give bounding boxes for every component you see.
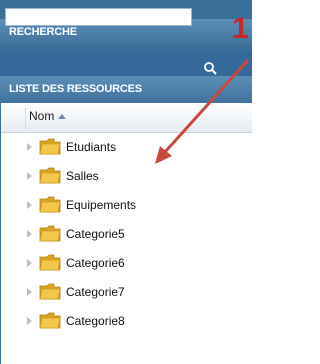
expander-triangle-icon[interactable] [27,288,32,296]
folder-icon [39,254,61,271]
tree-item[interactable]: Categorie6 [1,249,252,277]
expander-triangle-icon[interactable] [27,172,32,180]
name-column-header[interactable]: Nom [29,109,67,123]
folder-icon [39,225,61,242]
expander-triangle-icon[interactable] [27,317,32,325]
expander-triangle-icon[interactable] [27,230,32,238]
search-input[interactable] [5,8,192,26]
folder-icon [39,196,61,213]
folder-icon [39,167,61,184]
tree-item-label: Equipements [66,198,137,212]
expander-triangle-icon[interactable] [27,201,32,209]
folder-icon [39,312,61,329]
column-header-row: Nom [1,103,252,133]
sort-ascending-icon [58,113,67,119]
tree-item[interactable]: Categorie8 [1,307,252,335]
tree-item-label: Categorie8 [66,314,125,328]
expander-triangle-icon[interactable] [27,259,32,267]
tree-item-label: Etudiants [66,140,117,154]
name-column-label: Nom [29,109,55,123]
search-button[interactable] [200,59,220,77]
column-separator [25,107,26,129]
tree-item[interactable]: Categorie5 [1,220,252,248]
expander-triangle-icon[interactable] [27,143,32,151]
search-icon [204,62,217,75]
tree-item-label: Categorie6 [66,256,125,270]
folder-icon [39,283,61,300]
tree-item[interactable]: Categorie7 [1,278,252,306]
resource-list-header: LISTE DES RESSOURCES [0,76,252,103]
annotation-step-number: 1 [232,12,249,45]
tree-item[interactable]: Etudiants [1,133,252,161]
resources-panel: RECHERCHE LISTE DES RESSOURCES Nom Etudi… [0,0,252,364]
tree-item-label: Categorie7 [66,285,125,299]
tree-item-label: Categorie5 [66,227,125,241]
tree-item-label: Salles [66,169,99,183]
resource-list: Nom Etudiants Salles Equipements Categorie5… [0,103,252,364]
folder-icon [39,138,61,155]
tree-item[interactable]: Equipements [1,191,252,219]
tree-item[interactable]: Salles [1,162,252,190]
